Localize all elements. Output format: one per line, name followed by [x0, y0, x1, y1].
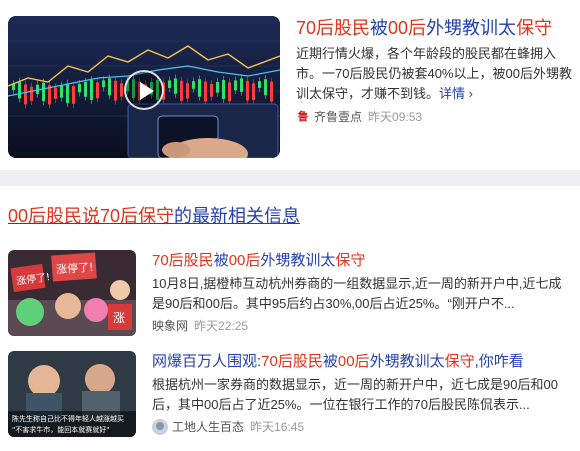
decorative-candle-body [90, 80, 93, 100]
news-item-meta: 映象网 昨天22:25 [152, 318, 248, 334]
top-result-card: 70后股民被00后外甥教训太保守 近期行情火爆，各个年龄段的股民都在蜂拥入市。一… [0, 0, 580, 170]
news-thumbnail[interactable]: 陈先生称自己比不得年轻人越涨越买 "不害求牛市，能回本就赛就好" [8, 351, 136, 437]
news-item-meta: 工地人生百态 昨天16:45 [152, 419, 304, 435]
decorative-candle-body [216, 82, 219, 93]
decorative-candle-body [192, 81, 195, 89]
source-logo-icon: 鲁 [296, 110, 310, 124]
decorative-candle-body [270, 81, 273, 102]
decorative-candle-body [210, 84, 213, 97]
decorative-candle-body [42, 82, 45, 102]
decorative-candle-body [102, 80, 105, 88]
decorative-candle-body [108, 78, 111, 96]
top-result-title[interactable]: 70后股民被00后外甥教训太保守 [296, 16, 576, 40]
decorative-candle-body [18, 82, 21, 99]
decorative-candle-body [234, 80, 237, 91]
thumb-caption-1: 陈先生称自己比不得年轻人越涨越买 [12, 414, 124, 423]
news-thumbnail[interactable]: 涨停了! 涨停了! 涨 [8, 250, 136, 336]
news-item[interactable]: 陈先生称自己比不得年轻人越涨越买 "不害求牛市，能回本就赛就好" 网爆百万人围观… [0, 351, 580, 451]
news-item-abstract: 10月8日,据橙柿互动杭州券商的一组数据显示,近一周的新开户中,近七成是90后和… [152, 276, 562, 311]
thumb-sign-3: 涨 [113, 310, 125, 325]
decorative-candle-body [72, 86, 75, 104]
decorative-candle-body [264, 79, 267, 96]
related-news-card: 00后股民说70后保守的最新相关信息 涨停了! 涨停了! 涨 70后股民被00后… [0, 186, 580, 451]
news-item-title[interactable]: 70后股民被00后外甥教训太保守 [152, 250, 365, 272]
decorative-candle-body [186, 83, 189, 99]
top-result-abstract: 近期行情火爆，各个年龄段的股民都在蜂拥入市。一70后股民仍被套40%以上，被00… [296, 46, 572, 101]
decorative-candle-body [96, 82, 99, 99]
decorative-candle-body [222, 80, 225, 99]
top-result-meta: 鲁 齐鲁壹点 昨天09:53 [296, 109, 422, 125]
related-news-header[interactable]: 00后股民说70后保守的最新相关信息 [8, 204, 300, 228]
news-item-title[interactable]: 网爆百万人围观:70后股民被00后外甥教训太保守,你咋看 [152, 351, 524, 373]
decorative-candle-body [84, 82, 87, 97]
decorative-candle-body [246, 80, 249, 101]
news-item-abstract: 根据杭州一家券商的数据显示，近一周的新开户中，近七成是90后和00后，其中00后… [152, 377, 558, 412]
decorative-candle-body [258, 81, 261, 88]
video-thumbnail[interactable] [8, 16, 280, 158]
thumb-caption-2: "不害求牛市，能回本就赛就好" [12, 425, 109, 434]
publish-time: 昨天16:45 [250, 420, 305, 434]
publish-time: 昨天09:53 [368, 110, 423, 124]
play-icon[interactable] [124, 70, 164, 110]
decorative-candle-body [24, 84, 27, 105]
decorative-candle-body [204, 81, 207, 102]
publish-time: 昨天22:25 [194, 319, 249, 333]
decorative-candle-body [30, 86, 33, 101]
source-name[interactable]: 映象网 [152, 318, 188, 334]
source-name[interactable]: 齐鲁壹点 [314, 109, 362, 125]
decorative-candle-body [78, 84, 81, 93]
decorative-candle-body [120, 83, 123, 97]
decorative-candle-body [60, 85, 63, 98]
decorative-candle-body [168, 80, 171, 88]
details-link[interactable]: 详情 › [439, 86, 473, 101]
source-name[interactable]: 工地人生百态 [172, 419, 244, 435]
decorative-candle-body [252, 83, 255, 101]
decorative-candle-body [180, 80, 183, 101]
decorative-candle-body [198, 79, 201, 97]
decorative-candle-body [114, 80, 117, 101]
decorative-candle-body [240, 78, 243, 92]
avatar-icon [152, 419, 168, 435]
news-item[interactable]: 涨停了! 涨停了! 涨 70后股民被00后外甥教训太保守 10月8日,据橙柿互动… [0, 250, 580, 350]
decorative-candle-body [228, 82, 231, 101]
decorative-candle-body [66, 83, 69, 104]
thumb-sign-2: 涨停了! [56, 260, 94, 277]
decorative-candle-body [174, 78, 177, 94]
decorative-candle-body [54, 87, 57, 99]
